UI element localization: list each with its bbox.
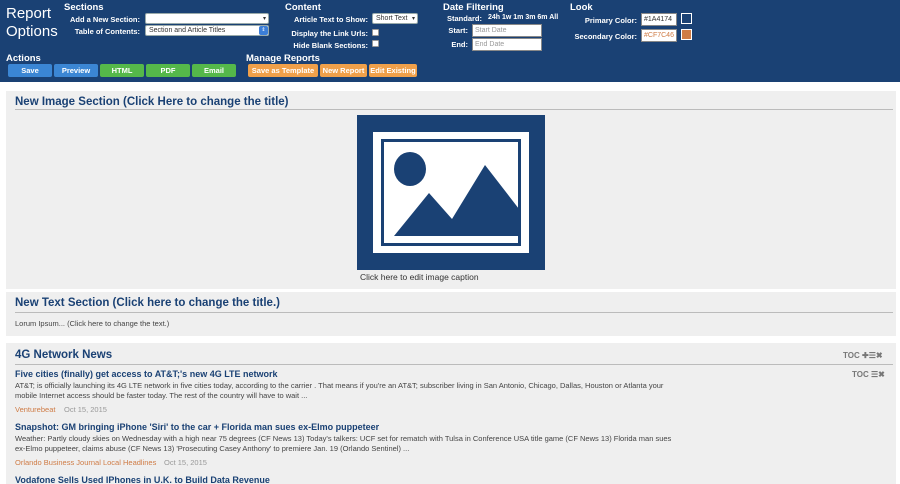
end-label: End: [451,40,468,49]
toc-label: Table of Contents: [74,27,140,36]
secondary-color-input[interactable]: #CF7C46 [641,29,677,42]
primary-color-swatch[interactable] [681,13,692,24]
article-title[interactable]: Vodafone Sells Used IPhones in U.K. to B… [15,475,270,484]
report-options-toolbar: Report Options Sections Add a New Sectio… [0,0,900,82]
toc-value: Section and Article Titles [149,27,226,34]
image-caption[interactable]: Click here to edit image caption [360,272,479,282]
article-body: Weather: Partly cloudy skies on Wednesda… [15,434,672,453]
article-text-value: Short Text [376,15,408,22]
hide-blank-checkbox[interactable] [372,40,379,47]
news-section: 4G Network News TOC ✚☰✖ Five cities (fin… [6,343,896,484]
toc-toggle[interactable]: TOC [852,370,869,379]
article-date: Oct 15, 2015 [64,405,107,414]
save-button[interactable]: Save [8,64,52,77]
toc-select[interactable]: Section and Article Titles ⇕ [145,25,269,36]
image-section: New Image Section (Click Here to change … [6,91,896,289]
chevron-down-icon: ▾ [411,16,415,22]
image-section-title[interactable]: New Image Section (Click Here to change … [15,96,289,108]
end-date-input[interactable]: End Date [472,38,542,51]
news-section-title[interactable]: 4G Network News [15,349,112,361]
toc-toggle[interactable]: TOC [843,351,860,360]
manage-reports-heading: Manage Reports [246,53,320,64]
chevron-down-icon: ▾ [262,16,266,22]
article-title[interactable]: Snapshot: GM bringing iPhone 'Siri' to t… [15,422,379,432]
text-section: New Text Section (Click here to change t… [6,292,896,336]
start-label: Start: [448,26,468,35]
actions-heading: Actions [6,53,41,64]
email-button[interactable]: Email [192,64,236,77]
add-icon[interactable]: ✚ [862,351,869,360]
save-as-template-button[interactable]: Save as Template [248,64,318,77]
article-date: Oct 15, 2015 [164,458,207,467]
date-filtering-heading: Date Filtering [443,2,504,13]
article-source[interactable]: Orlando Business Journal Local Headlines [15,458,156,467]
pdf-button[interactable]: PDF [146,64,190,77]
content-heading: Content [285,2,321,13]
article-text-select[interactable]: Short Text ▾ [372,13,418,24]
select-arrows-icon: ⇕ [259,26,268,35]
section-divider [15,364,893,365]
display-link-label: Display the Link Urls: [291,29,368,38]
start-date-input[interactable]: Start Date [472,24,542,37]
secondary-color-swatch[interactable] [681,29,692,40]
edit-existing-button[interactable]: Edit Existing [369,64,417,77]
article-text-label: Article Text to Show: [293,15,368,24]
secondary-color-label: Secondary Color: [574,32,637,41]
standard-range-options[interactable]: 24h 1w 1m 3m 6m All [488,14,558,21]
hide-blank-label: Hide Blank Sections: [293,41,368,50]
standard-label: Standard: [446,14,482,23]
section-divider [15,312,893,313]
close-icon[interactable]: ✖ [878,370,885,379]
section-toc-controls: TOC ✚☰✖ [843,351,883,360]
text-section-title[interactable]: New Text Section (Click here to change t… [15,297,280,309]
display-link-checkbox[interactable] [372,29,379,36]
image-icon [373,132,529,253]
close-icon[interactable]: ✖ [876,351,883,360]
add-section-select[interactable]: ▾ [145,13,269,24]
article-title[interactable]: Five cities (finally) get access to AT&T… [15,369,278,379]
new-report-button[interactable]: New Report [320,64,367,77]
primary-color-label: Primary Color: [584,16,637,25]
html-button[interactable]: HTML [100,64,144,77]
article-toc-controls: TOC ☰✖ [852,370,885,379]
reorder-icon[interactable]: ☰ [869,351,876,360]
section-divider [15,109,893,110]
article-source[interactable]: Venturebeat [15,405,55,414]
primary-color-input[interactable]: #1A4174 [641,13,677,26]
add-section-label: Add a New Section: [69,15,140,24]
article-body: AT&T; is officially launching its 4G LTE… [15,381,664,400]
preview-button[interactable]: Preview [54,64,98,77]
look-heading: Look [570,2,593,13]
sections-heading: Sections [64,2,104,13]
text-section-body[interactable]: Lorum Ipsum... (Click here to change the… [15,319,169,328]
image-placeholder[interactable] [357,115,545,270]
